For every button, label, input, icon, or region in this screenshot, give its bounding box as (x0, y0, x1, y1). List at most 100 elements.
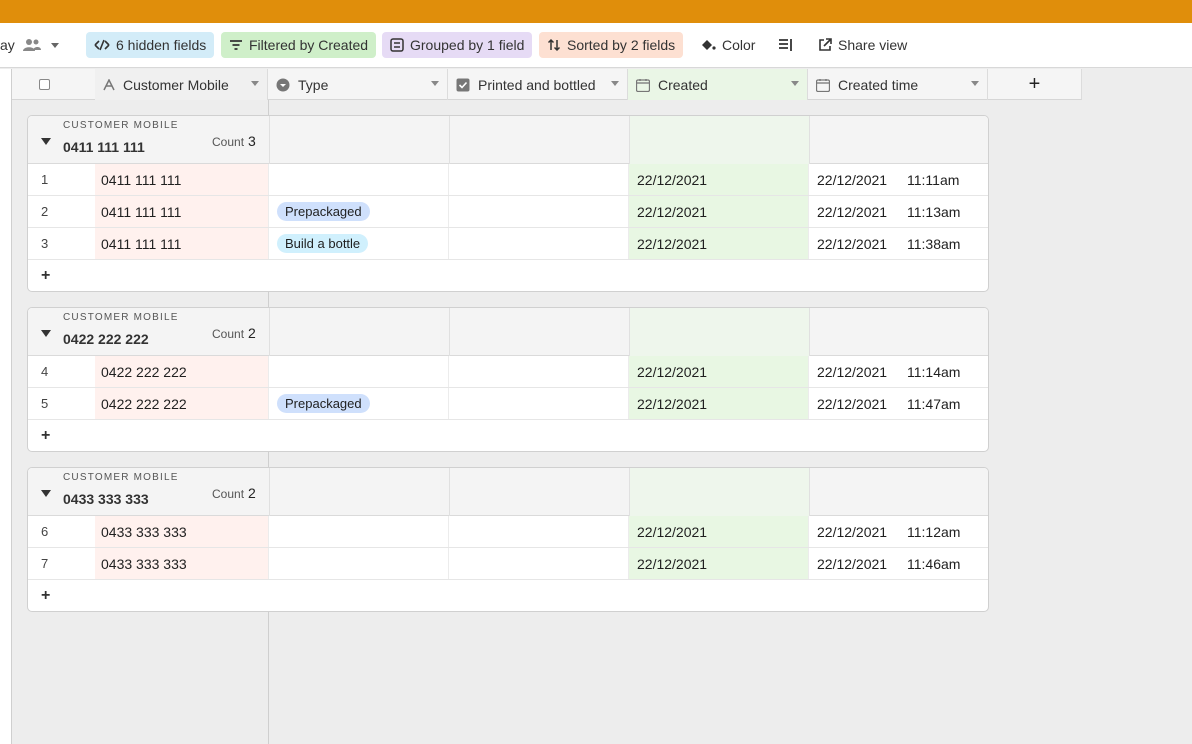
group-button[interactable]: Grouped by 1 field (382, 32, 533, 58)
count-value: 2 (248, 485, 256, 501)
chevron-down-icon[interactable] (611, 81, 619, 86)
add-record-button[interactable]: + (28, 260, 988, 291)
cell-created-time[interactable]: 22/12/2021 11:14am (809, 356, 988, 387)
cell-created-time[interactable]: 22/12/2021 11:47am (809, 388, 988, 419)
cell-type[interactable] (269, 164, 449, 195)
collapse-triangle-icon[interactable] (41, 330, 51, 337)
cell-created[interactable]: 22/12/2021 (629, 228, 809, 259)
group-header-cell (269, 308, 449, 356)
table-row[interactable]: 6 0433 333 333 22/12/2021 22/12/2021 11:1… (28, 516, 988, 548)
sort-label: Sorted by 2 fields (567, 37, 676, 53)
created-time-icon (636, 78, 650, 92)
cell-type[interactable] (269, 516, 449, 547)
plus-icon: + (41, 267, 51, 284)
group-count: Count 3 (212, 133, 256, 149)
single-select-icon (276, 78, 290, 92)
plus-icon: + (1028, 72, 1041, 95)
cell-customer-mobile[interactable]: 0411 111 111 (95, 164, 269, 195)
column-header-customer-mobile[interactable]: Customer Mobile (95, 69, 268, 100)
column-header-printed[interactable]: Printed and bottled (448, 69, 628, 100)
table-row[interactable]: 1 0411 111 111 22/12/2021 22/12/2021 11:1… (28, 164, 988, 196)
table-row[interactable]: 5 0422 222 222 Prepackaged 22/12/2021 22… (28, 388, 988, 420)
cell-created-time[interactable]: 22/12/2021 11:38am (809, 228, 988, 259)
chevron-down-icon[interactable] (791, 81, 799, 86)
chevron-down-icon[interactable] (431, 81, 439, 86)
group-header-cell (809, 116, 988, 164)
cell-printed[interactable] (449, 164, 629, 195)
chevron-down-icon[interactable] (971, 81, 979, 86)
cell-created[interactable]: 22/12/2021 (629, 356, 809, 387)
select-all-checkbox[interactable] (39, 79, 50, 90)
group-label: Grouped by 1 field (410, 37, 525, 53)
table-row[interactable]: 3 0411 111 111 Build a bottle 22/12/2021… (28, 228, 988, 260)
column-label: Created time (838, 76, 919, 93)
color-button[interactable]: Color (694, 32, 761, 58)
table-row[interactable]: 7 0433 333 333 22/12/2021 22/12/2021 11:4… (28, 548, 988, 580)
cell-printed[interactable] (449, 516, 629, 547)
group-field-label: CUSTOMER MOBILE (63, 120, 179, 131)
group-header-cell (449, 468, 629, 516)
cell-type[interactable] (269, 548, 449, 579)
created-clock: 11:38am (907, 235, 961, 252)
cell-created[interactable]: 22/12/2021 (629, 516, 809, 547)
share-view-button[interactable]: Share view (812, 32, 913, 58)
collapse-triangle-icon[interactable] (41, 138, 51, 145)
group-header[interactable]: CUSTOMER MOBILE 0433 333 333 Count 2 (28, 468, 988, 516)
group-value: 0422 222 222 (63, 331, 149, 347)
column-header-type[interactable]: Type (268, 69, 448, 100)
view-switcher[interactable]: ay (0, 32, 59, 58)
cell-type[interactable]: Prepackaged (269, 388, 449, 419)
created-clock: 11:11am (907, 171, 960, 188)
cell-printed[interactable] (449, 548, 629, 579)
group-header[interactable]: CUSTOMER MOBILE 0422 222 222 Count 2 (28, 308, 988, 356)
chevron-down-icon[interactable] (251, 81, 259, 86)
cell-customer-mobile[interactable]: 0411 111 111 (95, 228, 269, 259)
sort-button[interactable]: Sorted by 2 fields (539, 32, 684, 58)
cell-customer-mobile[interactable]: 0422 222 222 (95, 356, 269, 387)
cell-created[interactable]: 22/12/2021 (629, 388, 809, 419)
add-field-button[interactable]: + (988, 69, 1082, 100)
group-header[interactable]: CUSTOMER MOBILE 0411 111 111 Count 3 (28, 116, 988, 164)
cell-created-time[interactable]: 22/12/2021 11:12am (809, 516, 988, 547)
cell-printed[interactable] (449, 356, 629, 387)
plus-icon: + (41, 587, 51, 604)
cell-printed[interactable] (449, 388, 629, 419)
created-date: 22/12/2021 (817, 363, 888, 380)
cell-created-time[interactable]: 22/12/2021 11:13am (809, 196, 988, 227)
created-time-icon (816, 78, 830, 92)
collapse-triangle-icon[interactable] (41, 490, 51, 497)
cell-type[interactable]: Build a bottle (269, 228, 449, 259)
cell-created-time[interactable]: 22/12/2021 11:46am (809, 548, 988, 579)
group-header-cell (629, 468, 809, 516)
cell-customer-mobile[interactable]: 0433 333 333 (95, 516, 269, 547)
column-header-created-time[interactable]: Created time (808, 69, 988, 100)
hidden-fields-button[interactable]: 6 hidden fields (86, 32, 215, 58)
table-row[interactable]: 2 0411 111 111 Prepackaged 22/12/2021 22… (28, 196, 988, 228)
text-field-icon (103, 78, 115, 91)
row-number: 1 (41, 172, 49, 187)
column-header-created[interactable]: Created (628, 69, 808, 100)
hidden-fields-label: 6 hidden fields (116, 37, 207, 53)
row-height-button[interactable] (772, 32, 806, 58)
cell-printed[interactable] (449, 196, 629, 227)
filter-button[interactable]: Filtered by Created (221, 32, 377, 58)
cell-created[interactable]: 22/12/2021 (629, 196, 809, 227)
column-label: Printed and bottled (478, 76, 596, 93)
table-row[interactable]: 4 0422 222 222 22/12/2021 22/12/2021 11:1… (28, 356, 988, 388)
cell-customer-mobile[interactable]: 0433 333 333 (95, 548, 269, 579)
group-count: Count 2 (212, 325, 256, 341)
cell-created[interactable]: 22/12/2021 (629, 548, 809, 579)
cell-customer-mobile[interactable]: 0411 111 111 (95, 196, 269, 227)
cell-customer-mobile[interactable]: 0422 222 222 (95, 388, 269, 419)
add-record-button[interactable]: + (28, 580, 988, 611)
add-record-button[interactable]: + (28, 420, 988, 451)
cell-type[interactable]: Prepackaged (269, 196, 449, 227)
cell-created-time[interactable]: 22/12/2021 11:11am (809, 164, 988, 195)
cell-printed[interactable] (449, 228, 629, 259)
cell-type[interactable] (269, 356, 449, 387)
type-tag: Prepackaged (277, 394, 370, 413)
collaborators-icon (22, 38, 41, 52)
group-header-cell (629, 308, 809, 356)
created-clock: 11:46am (907, 555, 961, 572)
cell-created[interactable]: 22/12/2021 (629, 164, 809, 195)
